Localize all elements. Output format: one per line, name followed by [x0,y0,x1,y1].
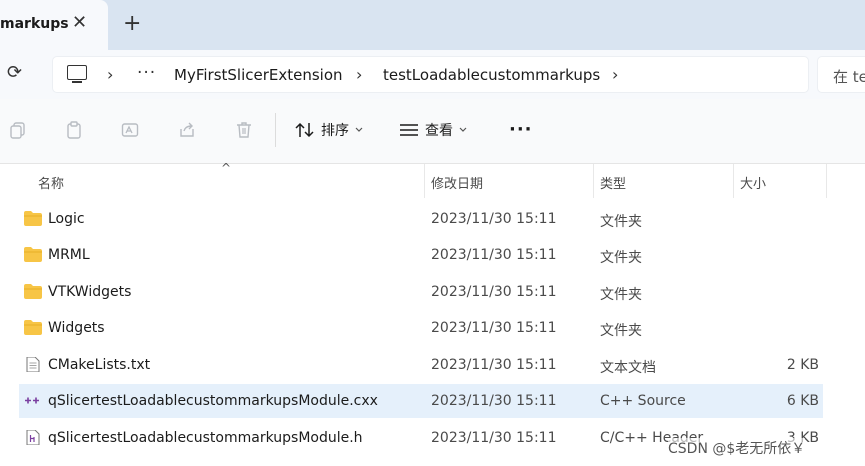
file-date: 2023/11/30 15:11 [431,430,557,446]
breadcrumb-separator[interactable]: › [107,65,113,84]
address-row: ⟳ › ··· MyFirstSlicerExtension › testLoa… [0,50,865,99]
file-type: 文件夹 [600,323,642,339]
file-size: 6 KB [786,393,819,409]
share-icon[interactable] [178,121,196,139]
folder-icon [24,247,42,262]
folder-icon [24,211,42,226]
file-row[interactable]: MRML 2023/11/30 15:11 文件夹 [19,238,823,272]
file-date: 2023/11/30 15:11 [431,211,557,227]
refresh-icon[interactable]: ⟳ [7,62,22,83]
file-type: 文件夹 [600,287,642,303]
column-header-size[interactable]: 大小 [740,173,766,192]
file-date: 2023/11/30 15:11 [431,393,557,409]
cpp-source-icon [25,397,39,404]
view-icon [400,124,418,136]
rename-icon[interactable] [121,121,139,139]
active-tab[interactable]: markups ✕ [0,0,108,50]
column-header-type[interactable]: 类型 [600,173,626,192]
view-button[interactable]: 查看 [399,120,467,140]
breadcrumb-separator[interactable]: › [356,65,362,84]
watermark-text: CSDN @$老无所依￥ [668,438,806,458]
column-header-row: ^ 名称 修改日期 类型 大小 [0,161,865,198]
file-name: MRML [48,247,90,263]
view-label: 查看 [425,123,453,139]
folder-icon [24,284,42,299]
file-row[interactable]: CMakeLists.txt 2023/11/30 15:11 文本文档 2 K… [19,348,823,382]
file-size: 2 KB [786,357,819,373]
command-bar: 排序 查看 ··· [0,99,865,164]
column-header-name[interactable]: 名称 [38,173,64,192]
file-type: 文本文档 [600,360,656,376]
tab-strip: markups ✕ + [0,0,865,50]
file-name: Logic [48,211,85,227]
breadcrumb-item[interactable]: testLoadablecustommarkups [383,66,600,84]
file-name: CMakeLists.txt [48,357,151,373]
breadcrumb-separator[interactable]: › [612,65,618,84]
copy-icon[interactable] [9,121,27,139]
file-type: 文件夹 [600,214,642,230]
close-tab-icon[interactable]: ✕ [72,13,87,33]
column-divider[interactable] [826,164,827,198]
this-pc-icon[interactable] [67,65,87,83]
folder-icon [24,320,42,335]
address-bar[interactable]: › ··· MyFirstSlicerExtension › testLoada… [52,56,809,93]
column-divider[interactable] [593,164,594,198]
search-placeholder: 在 te [833,68,865,86]
sort-label: 排序 [321,123,349,139]
file-type: 文件夹 [600,250,642,266]
file-date: 2023/11/30 15:11 [431,357,557,373]
file-row[interactable]: VTKWidgets 2023/11/30 15:11 文件夹 [19,275,823,309]
column-divider[interactable] [424,164,425,198]
file-name: Widgets [48,320,105,336]
sort-icon [295,122,314,138]
new-tab-button[interactable]: + [123,12,141,36]
sort-direction-icon: ^ [221,161,232,175]
file-name: qSlicertestLoadablecustommarkupsModule.h [48,430,363,446]
search-input[interactable]: 在 te [817,56,865,93]
file-row[interactable]: Logic 2023/11/30 15:11 文件夹 [19,202,823,236]
file-name: VTKWidgets [48,284,132,300]
file-name: qSlicertestLoadablecustommarkupsModule.c… [48,393,378,409]
file-date: 2023/11/30 15:11 [431,247,557,263]
file-date: 2023/11/30 15:11 [431,284,557,300]
text-file-icon [26,357,40,372]
file-row[interactable]: Widgets 2023/11/30 15:11 文件夹 [19,311,823,345]
paste-icon[interactable] [65,121,83,139]
file-type: C++ Source [600,393,686,409]
breadcrumb-overflow-button[interactable]: ··· [137,63,156,83]
breadcrumb-item[interactable]: MyFirstSlicerExtension [174,66,343,84]
sort-button[interactable]: 排序 [295,120,363,140]
header-file-icon [26,430,40,445]
tab-title: markups [0,16,69,32]
file-date: 2023/11/30 15:11 [431,320,557,336]
chevron-down-icon [355,127,363,132]
toolbar-divider [275,113,276,147]
chevron-down-icon [459,127,467,132]
column-divider[interactable] [733,164,734,198]
column-header-modified[interactable]: 修改日期 [431,173,483,192]
more-options-button[interactable]: ··· [509,119,533,140]
file-row-selected[interactable]: qSlicertestLoadablecustommarkupsModule.c… [19,384,823,418]
delete-icon[interactable] [235,121,253,139]
